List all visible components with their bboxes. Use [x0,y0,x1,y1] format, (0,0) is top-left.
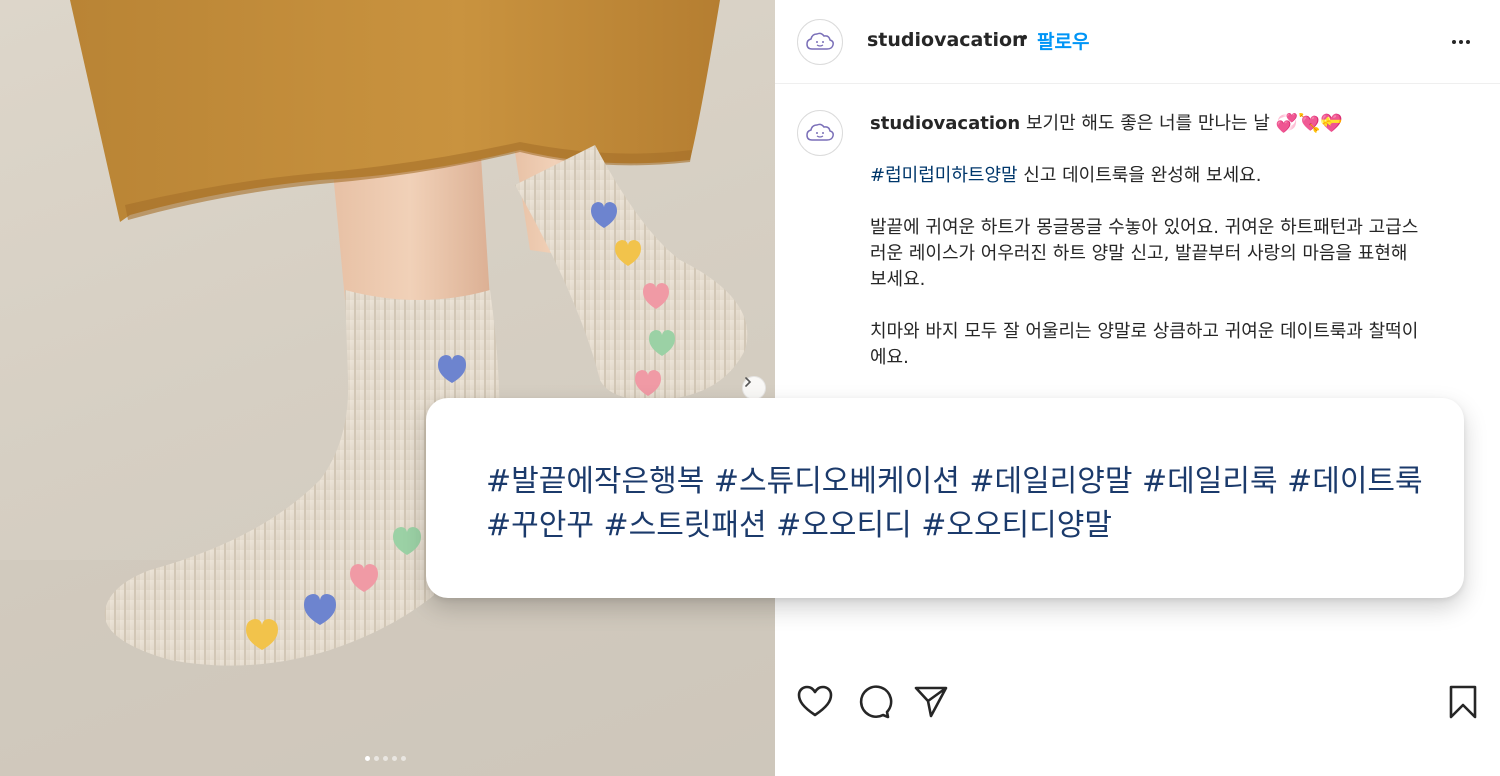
cloud-logo-icon [806,123,834,141]
more-dot [1466,40,1470,44]
action-bar [775,682,1500,726]
dot-separator: • [1020,28,1030,47]
carousel-dot [365,756,370,761]
hashtag-card: #발끝에작은행복 #스튜디오베케이션 #데일리양말 #데일리룩 #데이트룩 #꾸… [426,398,1464,598]
hashtag-link[interactable]: #럽미럽미하트양말 [870,165,1018,186]
save-button[interactable] [1443,682,1483,722]
hashtag-line: #발끝에작은행복 #스튜디오베케이션 #데일리양말 #데일리룩 #데이트룩 [486,464,1423,499]
emoji-hearts: 💞💘💝 [1275,113,1343,134]
more-options-button[interactable] [1447,30,1475,54]
caption-text: 보기만 해도 좋은 너를 만나는 날 [1025,113,1270,134]
more-dot [1459,40,1463,44]
caption-text: 발끝에 귀여운 하트가 몽글몽글 수놓아 있어요. 귀여운 하트패턴과 고급스 [870,217,1419,238]
carousel-dot [392,756,397,761]
cloud-logo-icon [806,32,834,50]
carousel-indicator [365,756,406,761]
caption-avatar[interactable] [797,110,843,156]
follow-button[interactable]: 팔로우 [1037,27,1089,54]
caption-text: 치마와 바지 모두 잘 어울리는 양말로 상큼하고 귀여운 데이트룩과 찰떡이 [870,321,1419,342]
post-username[interactable]: studiovacation [867,29,1026,51]
sock-photo-illustration [0,0,775,776]
carousel-dot [401,756,406,761]
avatar[interactable] [797,19,843,65]
hashtag-line: #꾸안꾸 #스트릿패션 #오오티디 #오오티디양말 [486,508,1112,543]
post-panel: studiovacation • 팔로우 studiovacation 보기만 … [775,0,1500,776]
post-header: studiovacation • 팔로우 [775,0,1500,84]
comment-button[interactable] [853,682,893,722]
carousel-dot [383,756,388,761]
caption-text: 보세요. [870,269,926,290]
carousel-dot [374,756,379,761]
post-photo[interactable] [0,0,775,776]
carousel-next-button[interactable] [742,376,766,400]
caption-username[interactable]: studiovacation [870,113,1020,134]
more-horizontal-icon [1452,40,1456,44]
caption-first-line: studiovacation 보기만 해도 좋은 너를 만나는 날 💞💘💝 [870,111,1460,137]
like-button[interactable] [795,682,835,722]
caption-hashtag-line: #럽미럽미하트양말 신고 데이트룩을 완성해 보세요. [870,163,1460,189]
share-button[interactable] [911,682,951,722]
post-caption: studiovacation 보기만 해도 좋은 너를 만나는 날 💞💘💝 #럽… [870,111,1460,397]
caption-text: 러운 레이스가 어우러진 하트 양말 신고, 발끝부터 사랑의 마음을 표현해 [870,243,1408,264]
caption-paragraph: 발끝에 귀여운 하트가 몽글몽글 수놓아 있어요. 귀여운 하트패턴과 고급스 … [870,215,1460,293]
heart-icon [797,685,833,717]
bookmark-icon [1449,685,1477,719]
caption-text: 에요. [870,347,909,368]
caption-paragraph: 치마와 바지 모두 잘 어울리는 양말로 상큼하고 귀여운 데이트룩과 찰떡이 … [870,319,1460,371]
share-icon [914,686,948,718]
chevron-right-icon [745,377,752,387]
caption-text: 신고 데이트룩을 완성해 보세요. [1017,165,1262,186]
comment-icon [859,685,893,719]
